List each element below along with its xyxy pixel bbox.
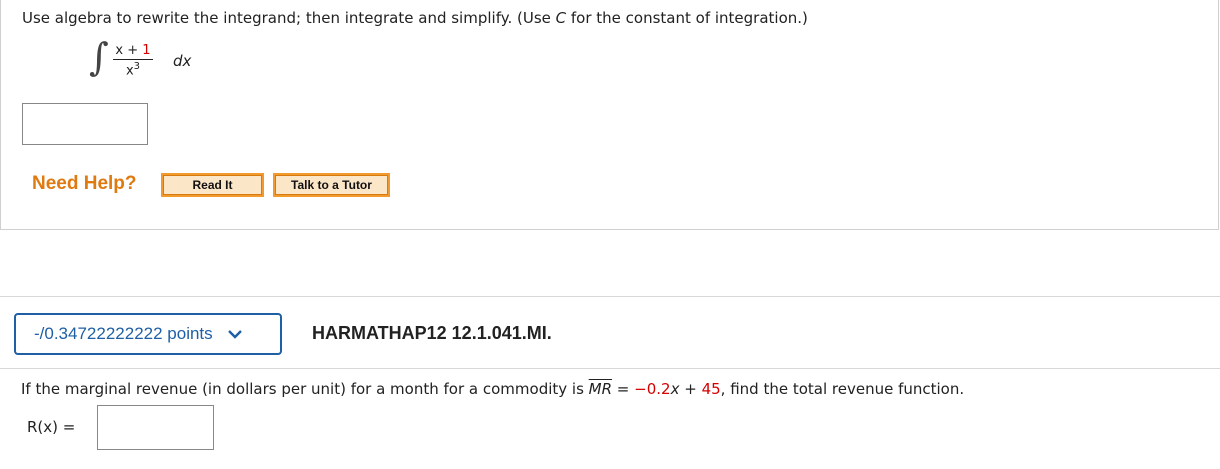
points-dropdown[interactable]: -/0.34722222222 points [14,313,282,355]
integral-expression: ∫ x + 1 x3 dx [89,35,209,90]
need-help-label: Need Help? [32,173,137,194]
integral-answer-input[interactable] [22,103,148,145]
read-it-button[interactable]: Read It [161,173,264,197]
question-2-prompt: If the marginal revenue (in dollars per … [21,380,965,398]
chevron-down-icon [227,330,242,339]
question-1-card: Use algebra to rewrite the integrand; th… [0,0,1219,230]
question-id: HARMATHAP12 12.1.041.MI. [312,323,552,343]
points-label: -/0.34722222222 points [34,324,213,343]
revenue-function-label: R(x) = [27,418,76,436]
question-1-prompt: Use algebra to rewrite the integrand; th… [22,9,808,27]
differential: dx [173,52,192,70]
integrand-numerator: x + 1 [115,43,151,58]
integral-sign: ∫ [89,35,109,79]
mr-symbol: MR [588,380,613,398]
integrand-fraction: x + 1 x3 [113,43,153,78]
revenue-function-input[interactable] [97,405,214,450]
talk-to-tutor-button[interactable]: Talk to a Tutor [273,173,390,197]
integrand-denominator: x3 [125,61,141,79]
